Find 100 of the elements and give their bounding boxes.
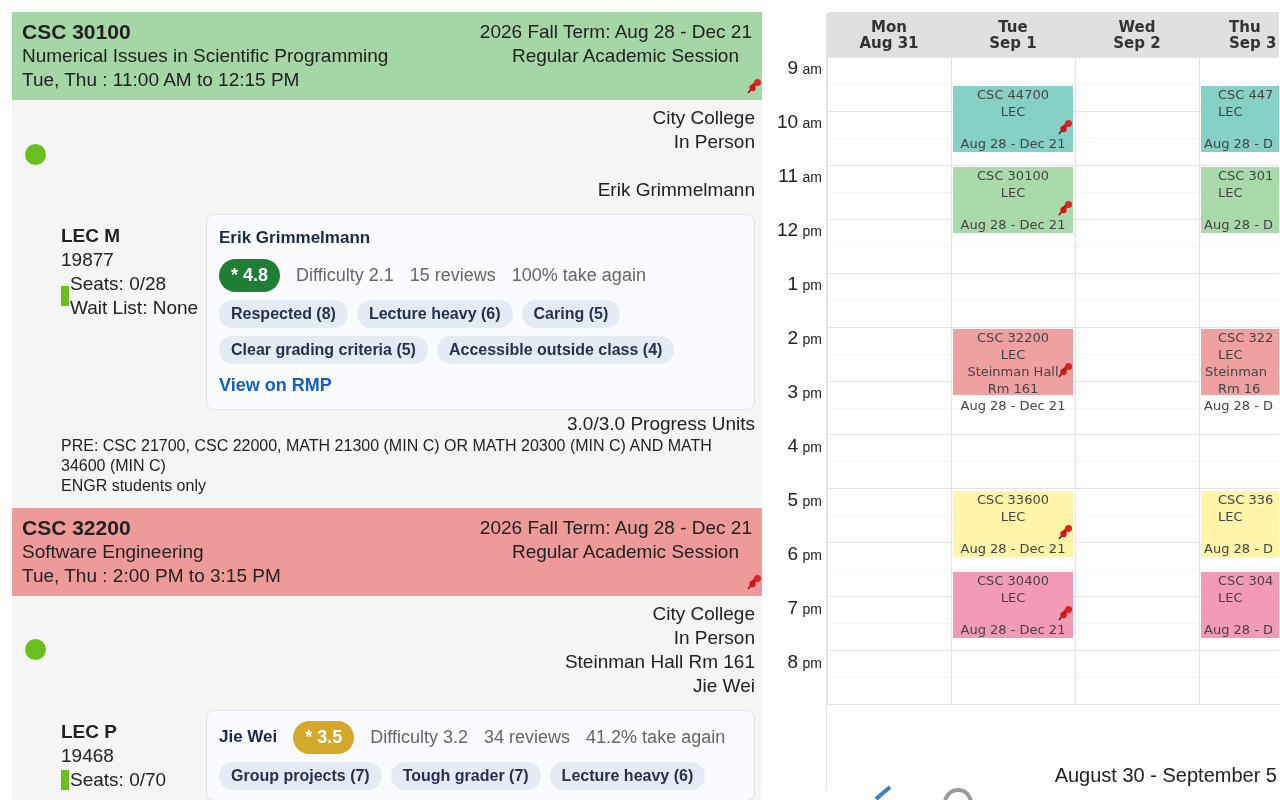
tag-chip: Respected (8) <box>219 299 348 328</box>
event-text: LEC <box>1218 184 1243 201</box>
event-text: CSC 322 <box>1218 329 1274 346</box>
event-text: CSC 304 <box>1218 572 1274 589</box>
day-header: Mon Aug 31 <box>858 16 920 54</box>
time-label: 6 pm <box>786 543 823 566</box>
event-dates: Aug 28 - D <box>1203 620 1274 638</box>
mode-text: In Person <box>673 625 755 650</box>
professor-name: Erik Grimmelmann <box>219 227 371 249</box>
event-dates: Aug 28 - Dec 21 <box>960 134 1066 152</box>
tag-chip: Caring (5) <box>521 299 621 328</box>
event-text: Rm 16 <box>1218 380 1261 397</box>
calendar-event[interactable]: CSC 30400 LEC Aug 28 - Dec 21 <box>953 572 1073 638</box>
tag-chip: Group projects (7) <box>219 761 382 790</box>
tag-chip: Lecture heavy (6) <box>549 761 706 790</box>
event-dates: Aug 28 - D <box>1203 215 1274 233</box>
calendar-event[interactable]: CSC 336 LEC Aug 28 - D <box>1201 491 1279 557</box>
event-text: CSC 33600 <box>977 491 1049 508</box>
difficulty-text: Difficulty 2.1 <box>296 263 394 287</box>
event-text: CSC 30100 <box>977 167 1049 184</box>
event-text: LEC <box>1000 184 1026 201</box>
event-text: Steinman Hall <box>967 363 1059 380</box>
course-code: CSC 32200 <box>22 515 132 540</box>
pushpin-icon[interactable] <box>1057 361 1073 378</box>
note-text: PRE: CSC 21700, CSC 22000, MATH 21300 (MIN C) OR MATH 20300 (MIN C) AND MATH 34600 (MIN C) <box>61 435 713 476</box>
time-label: 1 pm <box>786 273 823 296</box>
event-text: LEC <box>1218 346 1243 363</box>
seat-status-icon <box>61 286 69 306</box>
course-schedule: Tue, Thu : 11:00 AM to 12:15 PM <box>22 68 301 92</box>
session-text: Regular Academic Session <box>511 44 740 68</box>
time-label: 7 pm <box>786 597 823 620</box>
reviews-text: 34 reviews <box>484 725 571 749</box>
event-text: CSC 44700 <box>977 86 1049 103</box>
calendar-event[interactable]: CSC 304 LEC Aug 28 - D <box>1201 572 1279 638</box>
tag-chip: Accessible outside class (4) <box>436 335 675 364</box>
rating-badge: * 3.5 <box>293 720 355 754</box>
event-dates: Aug 28 - Dec 21 <box>960 215 1066 233</box>
pushpin-icon[interactable] <box>1057 118 1073 135</box>
day-header: Tue Sep 1 <box>988 16 1038 54</box>
event-dates: Aug 28 - D <box>1203 397 1274 414</box>
time-label: 8 pm <box>786 651 823 674</box>
time-label: 2 pm <box>786 327 823 350</box>
time-label: 12 pm <box>775 219 823 242</box>
event-text: LEC <box>1218 508 1243 525</box>
rmp-link[interactable]: View on RMP <box>219 371 742 399</box>
mode-text: In Person <box>673 130 755 154</box>
day-header: Thu Sep 3 <box>1228 16 1278 54</box>
session-text: Regular Academic Session <box>511 539 740 564</box>
calendar-event[interactable]: CSC 447 LEC Aug 28 - D <box>1201 86 1279 152</box>
event-text: LEC <box>1000 589 1026 606</box>
event-text: LEC <box>1000 346 1026 363</box>
pushpin-icon[interactable] <box>746 78 762 94</box>
calendar-event[interactable]: CSC 33600 LEC Aug 28 - Dec 21 <box>953 491 1073 557</box>
time-label: 10 am <box>775 111 823 134</box>
date-range: August 30 - September 5 <box>1054 763 1277 788</box>
reviews-text: 15 reviews <box>409 263 496 287</box>
event-text: CSC 30400 <box>977 572 1049 589</box>
pushpin-icon[interactable] <box>1057 604 1073 621</box>
event-dates: Aug 28 - Dec 21 <box>960 539 1066 557</box>
course-title: Numerical Issues in Scientific Programming <box>22 44 389 68</box>
event-text: CSC 447 <box>1218 86 1274 103</box>
pushpin-icon[interactable] <box>1057 523 1073 540</box>
day-header: Wed Sep 2 <box>1112 16 1162 54</box>
course-header[interactable]: CSC 32200 Software Engineering Tue, Thu : 2:00 PM to 3:15 PM 2026 Fall Term: Aug 28 - Dec 21 Regular Academic Session <box>12 507 762 596</box>
event-text: LEC <box>1218 589 1243 606</box>
pushpin-icon[interactable] <box>1057 199 1073 216</box>
units-text: 3.0/3.0 Progress Units <box>567 411 755 436</box>
time-label: 5 pm <box>786 489 823 512</box>
course-title: Software Engineering <box>22 539 205 564</box>
pencil-icon[interactable] <box>874 785 894 800</box>
seat-status-icon <box>61 769 69 790</box>
pushpin-icon[interactable] <box>746 573 762 590</box>
seats-text: Seats: 0/28 <box>70 272 168 296</box>
campus-text: City College <box>652 601 755 626</box>
take-again-text: 100% take again <box>511 263 646 287</box>
course-code: CSC 30100 <box>22 20 132 44</box>
waitlist-text: Wait List: None <box>70 296 199 320</box>
tag-chip: Clear grading criteria (5) <box>219 335 428 364</box>
calendar-event[interactable]: CSC 30100 LEC Aug 28 - Dec 21 <box>953 167 1073 233</box>
event-text: CSC 301 <box>1218 167 1274 184</box>
time-label: 4 pm <box>786 435 823 458</box>
class-number: 19877 <box>61 248 115 272</box>
time-label: 3 pm <box>786 381 823 404</box>
take-again-text: 41.2% take again <box>586 725 726 749</box>
calendar-event[interactable]: CSC 44700 LEC Aug 28 - Dec 21 <box>953 86 1073 152</box>
instructor-text: Erik Grimmelmann <box>597 178 755 202</box>
course-schedule: Tue, Thu : 2:00 PM to 3:15 PM <box>22 563 281 588</box>
event-text: CSC 32200 <box>977 329 1049 346</box>
course-header[interactable]: CSC 30100 Numerical Issues in Scientific Programming Tue, Thu : 11:00 AM to 12:15 PM 2026 Fall Term: Aug 28 - Dec 21 Regular Academic Session <box>12 12 762 100</box>
event-dates: Aug 28 - Dec 21 <box>960 620 1066 638</box>
time-label: 9 am <box>786 57 823 80</box>
section-label: LEC M <box>61 224 122 248</box>
calendar-event[interactable]: CSC 301 LEC Aug 28 - D <box>1201 167 1279 233</box>
difficulty-text: Difficulty 3.2 <box>370 725 469 749</box>
rating-badge: * 4.8 <box>219 258 281 292</box>
term-text: 2026 Fall Term: Aug 28 - Dec 21 <box>479 515 752 540</box>
event-text: CSC 336 <box>1218 491 1274 508</box>
campus-text: City College <box>652 106 755 130</box>
event-text: LEC <box>1000 103 1026 120</box>
tag-chip: Tough grader (7) <box>390 761 541 790</box>
